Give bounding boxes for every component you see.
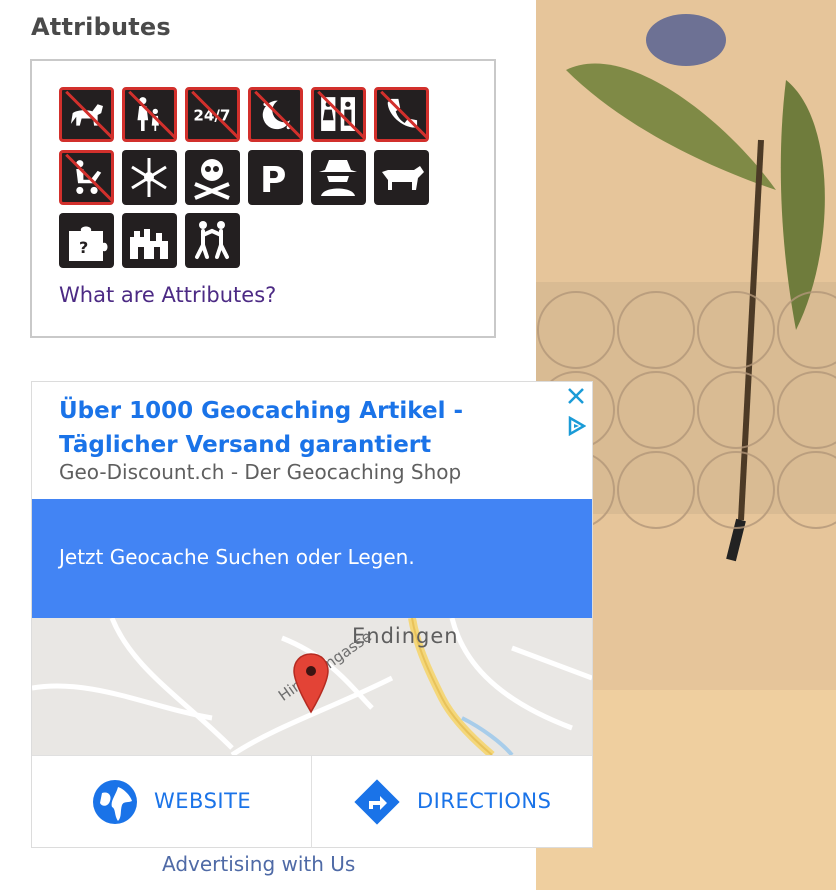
cattle-icon[interactable] [374, 150, 429, 205]
attributes-heading: Attributes [31, 13, 171, 41]
website-button[interactable]: WEBSITE [32, 756, 312, 848]
no-kids-icon[interactable] [122, 87, 177, 142]
directions-icon [354, 779, 400, 825]
dangerous-icon[interactable] [185, 150, 240, 205]
what-are-attributes-link[interactable]: What are Attributes? [59, 283, 276, 307]
ruins-icon[interactable] [122, 213, 177, 268]
parking-icon[interactable]: P [248, 150, 303, 205]
kids-icon[interactable] [185, 213, 240, 268]
directions-button[interactable]: DIRECTIONS [312, 756, 592, 848]
map-pin-icon[interactable] [292, 652, 330, 714]
advertising-with-us-link[interactable]: Advertising with Us [162, 852, 355, 876]
no-restrooms-icon[interactable] [311, 87, 366, 142]
winter-icon[interactable] [122, 150, 177, 205]
svg-text:?: ? [79, 238, 88, 257]
ad-headline[interactable]: Über 1000 Geocaching Artikel - Täglicher… [59, 394, 529, 462]
no-night-icon[interactable] [248, 87, 303, 142]
directions-label: DIRECTIONS [417, 789, 552, 813]
close-icon[interactable] [566, 386, 586, 406]
no-24-7-icon[interactable]: 24/7 [185, 87, 240, 142]
attributes-panel: 24/7 P ? What are Attributes? [30, 59, 496, 338]
website-label: WEBSITE [154, 789, 252, 813]
no-stroller-icon[interactable] [59, 150, 114, 205]
stealth-icon[interactable] [311, 150, 366, 205]
ad-band-text: Jetzt Geocache Suchen oder Legen. [59, 545, 415, 569]
ad-map[interactable]: Endingen Hirschengasse [32, 618, 592, 755]
no-dogs-icon[interactable] [59, 87, 114, 142]
ad-button-row: WEBSITE DIRECTIONS [32, 755, 592, 848]
no-phone-icon[interactable] [374, 87, 429, 142]
advertisement[interactable]: Über 1000 Geocaching Artikel - Täglicher… [31, 381, 593, 848]
puzzle-icon[interactable]: ? [59, 213, 114, 268]
globe-icon [93, 780, 137, 824]
ad-cta-band[interactable]: Jetzt Geocache Suchen oder Legen. [32, 499, 592, 618]
svg-text:P: P [260, 160, 286, 201]
adchoices-icon[interactable] [566, 416, 586, 436]
ad-subtitle: Geo-Discount.ch - Der Geocaching Shop [59, 460, 462, 484]
